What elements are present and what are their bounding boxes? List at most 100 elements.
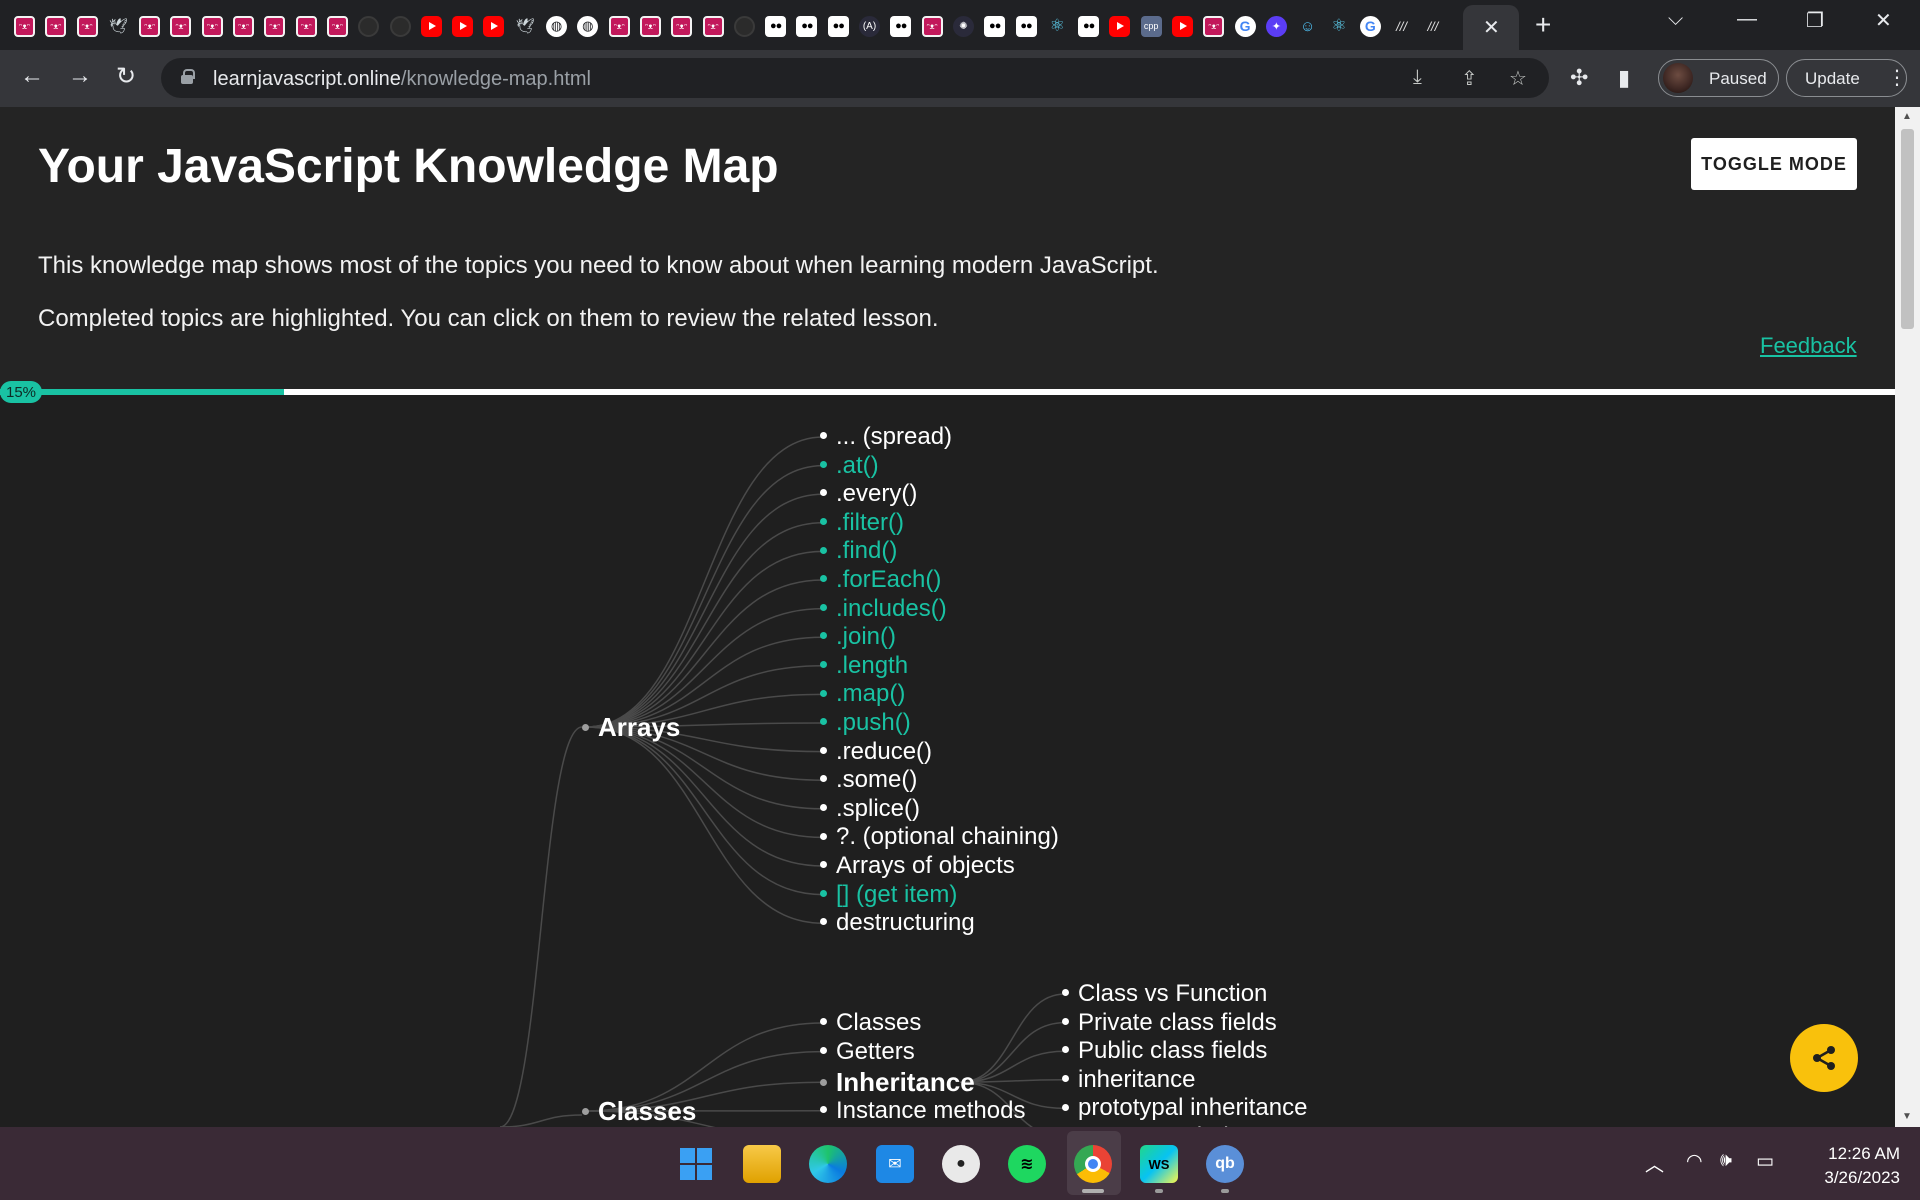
map-topic-classes-0[interactable]: Classes: [820, 1009, 921, 1037]
scroll-down-icon[interactable]: ▼: [1902, 1111, 1912, 1122]
minimize-icon[interactable]: —: [1737, 8, 1757, 31]
tab-favicon-kitty-icon[interactable]: [139, 15, 161, 37]
tab-favicon-kitty-icon[interactable]: [76, 15, 98, 37]
tab-favicon-bird-icon[interactable]: 🕊: [515, 16, 536, 37]
map-topic-arrays-10[interactable]: .push(): [820, 709, 911, 737]
tab-favicon-react-icon[interactable]: ⚛: [1328, 16, 1349, 37]
tab-favicon-mm-icon[interactable]: ///: [1422, 16, 1443, 37]
map-topic-classes-2[interactable]: Inheritance: [820, 1068, 975, 1096]
tab-close-icon[interactable]: ✕: [1483, 15, 1500, 40]
map-group-classes[interactable]: Classes: [582, 1097, 696, 1125]
map-topic-inheritance-1[interactable]: Private class fields: [1062, 1009, 1277, 1037]
tab-favicon-github-icon[interactable]: [733, 15, 755, 37]
tab-favicon-kitty-icon[interactable]: [326, 15, 348, 37]
tab-favicon-kitty-icon[interactable]: [14, 15, 35, 37]
close-window-icon[interactable]: ✕: [1875, 8, 1892, 33]
mail-icon[interactable]: ✉: [876, 1145, 914, 1183]
qbittorrent-icon[interactable]: qb: [1206, 1145, 1244, 1183]
tab-favicon-google-icon[interactable]: G: [1234, 15, 1256, 37]
active-tab[interactable]: ✕: [1463, 5, 1519, 50]
tab-favicon-kitty-icon[interactable]: [201, 15, 223, 37]
tab-favicon-youtube-icon[interactable]: [483, 15, 505, 37]
battery-icon[interactable]: ▭: [1756, 1150, 1774, 1173]
map-topic-inheritance-3[interactable]: inheritance: [1062, 1066, 1195, 1094]
map-topic-arrays-15[interactable]: Arrays of objects: [820, 852, 1015, 880]
edge-icon[interactable]: [809, 1145, 847, 1183]
extensions-icon[interactable]: ✣: [1570, 65, 1588, 91]
share-button[interactable]: [1790, 1024, 1858, 1092]
tab-favicon-purple-icon[interactable]: ✦: [1265, 15, 1287, 37]
tab-favicon-dark-icon[interactable]: ✺: [952, 15, 974, 37]
tab-favicon-bird-icon[interactable]: 🕊: [108, 16, 129, 37]
map-topic-inheritance-2[interactable]: Public class fields: [1062, 1037, 1267, 1065]
tab-favicon-youtube-icon[interactable]: [1171, 15, 1193, 37]
tab-favicon-medium-icon[interactable]: ●●: [765, 15, 787, 37]
tab-favicon-cpp-icon[interactable]: cpp: [1140, 15, 1162, 37]
map-topic-arrays-5[interactable]: .forEach(): [820, 566, 941, 594]
address-bar[interactable]: learnjavascript.online/knowledge-map.htm…: [161, 58, 1549, 98]
map-topic-arrays-14[interactable]: ?. (optional chaining): [820, 823, 1059, 851]
reload-icon[interactable]: ↻: [116, 62, 136, 91]
bookmark-star-icon[interactable]: ☆: [1509, 66, 1527, 91]
show-hidden-icons-chevron-icon[interactable]: ︿: [1645, 1150, 1664, 1177]
map-topic-arrays-0[interactable]: ... (spread): [820, 423, 952, 451]
url-text[interactable]: learnjavascript.online/knowledge-map.htm…: [213, 68, 591, 91]
map-topic-arrays-9[interactable]: .map(): [820, 680, 905, 708]
map-topic-inheritance-0[interactable]: Class vs Function: [1062, 980, 1267, 1008]
tab-favicon-a11y-icon[interactable]: (A): [859, 15, 881, 37]
map-topic-inheritance-4[interactable]: prototypal inheritance: [1062, 1094, 1307, 1122]
volume-icon[interactable]: 🕪: [1720, 1150, 1732, 1172]
tab-favicon-kitty-icon[interactable]: [921, 15, 943, 37]
map-topic-arrays-17[interactable]: destructuring: [820, 909, 975, 937]
webstorm-icon[interactable]: WS: [1140, 1145, 1178, 1183]
map-topic-arrays-1[interactable]: .at(): [820, 452, 879, 480]
tab-favicon-bot-icon[interactable]: ☺: [1297, 16, 1318, 37]
profile-button[interactable]: Paused: [1658, 59, 1779, 97]
share-page-icon[interactable]: ⇪: [1461, 66, 1478, 91]
tab-favicon-youtube-icon[interactable]: [420, 15, 442, 37]
tab-favicon-kitty-icon[interactable]: [233, 15, 255, 37]
tab-favicon-kitty-icon[interactable]: [608, 15, 630, 37]
tab-favicon-mm-icon[interactable]: ///: [1391, 16, 1412, 37]
map-topic-arrays-8[interactable]: .length: [820, 652, 908, 680]
tab-favicon-kitty-icon[interactable]: [264, 15, 286, 37]
tab-favicon-kitty-icon[interactable]: [639, 15, 661, 37]
bee-app-icon[interactable]: ●: [942, 1145, 980, 1183]
tab-favicon-globe-icon[interactable]: ◍: [546, 15, 568, 37]
tab-favicon-medium-icon[interactable]: ●●: [796, 15, 818, 37]
map-topic-arrays-11[interactable]: .reduce(): [820, 738, 932, 766]
side-panel-icon[interactable]: ▮: [1618, 65, 1630, 91]
new-tab-button[interactable]: +: [1535, 9, 1551, 41]
page-scrollbar[interactable]: ▲ ▼: [1895, 107, 1920, 1127]
tab-favicon-kitty-icon[interactable]: [295, 15, 317, 37]
wifi-icon[interactable]: ◠: [1686, 1150, 1703, 1173]
map-topic-arrays-7[interactable]: .join(): [820, 623, 896, 651]
install-app-icon[interactable]: ⤓: [1413, 66, 1422, 89]
tab-favicon-kitty-icon[interactable]: [45, 15, 67, 37]
tab-favicon-youtube-icon[interactable]: [452, 15, 474, 37]
tab-favicon-kitty-icon[interactable]: [671, 15, 693, 37]
map-topic-arrays-6[interactable]: .includes(): [820, 595, 947, 623]
tab-favicon-medium-icon[interactable]: ●●: [984, 15, 1006, 37]
system-clock[interactable]: 12:26 AM 3/26/2023: [1780, 1142, 1900, 1190]
update-button[interactable]: Update ⋮: [1786, 59, 1907, 97]
feedback-link[interactable]: Feedback: [1760, 333, 1857, 359]
scroll-thumb[interactable]: [1901, 129, 1914, 329]
map-topic-classes-1[interactable]: Getters: [820, 1038, 915, 1066]
chrome-icon[interactable]: [1074, 1145, 1112, 1183]
tab-favicon-google-icon[interactable]: G: [1359, 15, 1381, 37]
tab-favicon-kitty-icon[interactable]: [1203, 15, 1225, 37]
tab-favicon-react-icon[interactable]: ⚛: [1047, 16, 1068, 37]
tab-favicon-medium-icon[interactable]: ●●: [1078, 15, 1100, 37]
tab-favicon-kitty-icon[interactable]: [702, 15, 724, 37]
file-explorer-icon[interactable]: [743, 1145, 781, 1183]
forward-icon[interactable]: →: [68, 62, 92, 90]
spotify-icon[interactable]: ≋: [1008, 1145, 1046, 1183]
map-topic-arrays-13[interactable]: .splice(): [820, 795, 920, 823]
map-topic-arrays-4[interactable]: .find(): [820, 537, 897, 565]
map-topic-arrays-2[interactable]: .every(): [820, 480, 917, 508]
toggle-mode-button[interactable]: TOGGLE MODE: [1691, 138, 1857, 190]
tab-search-icon[interactable]: ⌵: [1668, 8, 1683, 31]
restore-icon[interactable]: ❐: [1806, 8, 1824, 33]
tab-favicon-medium-icon[interactable]: ●●: [827, 15, 849, 37]
